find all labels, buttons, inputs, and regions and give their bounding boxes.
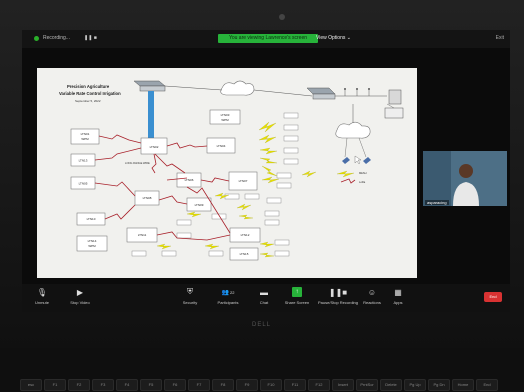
router-body xyxy=(312,93,336,100)
node-label: LTN07 xyxy=(239,179,248,183)
lora-label: LoRa xyxy=(359,180,366,184)
keyboard-key[interactable]: esc xyxy=(20,379,42,391)
participant-background xyxy=(423,151,451,206)
server-icon xyxy=(388,89,402,105)
laptop-icon xyxy=(384,107,404,119)
node-label: LTN08 xyxy=(143,196,152,200)
keyboard-key[interactable]: Pg Dn xyxy=(428,379,450,391)
node-label: LTN03 xyxy=(221,113,230,117)
recording-dot-icon xyxy=(34,35,39,41)
keyboard-key[interactable]: F2 xyxy=(68,379,90,391)
node-label: LTN04 xyxy=(217,144,226,148)
keyboard-key[interactable]: F12 xyxy=(308,379,330,391)
keyboard-key[interactable]: F4 xyxy=(116,379,138,391)
node-label: WPM xyxy=(81,137,89,141)
keyboard-key[interactable]: F3 xyxy=(92,379,114,391)
microphone-muted-icon: 🎙 xyxy=(36,287,48,297)
node-label: LTN12 xyxy=(241,233,250,237)
stop-video-button[interactable]: ▶ Stop Video xyxy=(60,287,100,306)
node-label: LTN09 xyxy=(195,203,204,207)
link-line xyxy=(253,89,313,97)
cloud-icon xyxy=(335,121,371,139)
node-label: LTN15 xyxy=(240,252,249,256)
backbone-link xyxy=(148,91,154,139)
router-icon xyxy=(133,80,166,87)
keyboard-key[interactable]: F1 xyxy=(44,379,66,391)
node-label: WPM xyxy=(88,244,96,248)
keyboard-key[interactable]: F7 xyxy=(188,379,210,391)
network-diagram: Precision Agriculture Variable Rate Cont… xyxy=(59,80,404,261)
keyboard-key[interactable]: Insert xyxy=(332,379,354,391)
shield-icon: ⛨ xyxy=(187,287,193,296)
mouse-cursor-icon xyxy=(354,155,362,165)
laptop-bezel: Recording... ❚❚ ■ You are viewing Lawren… xyxy=(0,0,524,392)
node-label: LTN02 xyxy=(150,145,159,149)
exit-fullscreen-button[interactable]: Exit xyxy=(496,35,504,41)
slide-title-line1: Precision Agriculture xyxy=(67,84,110,89)
router-icon xyxy=(306,87,336,95)
node-label: LTN06 xyxy=(185,178,194,182)
smiley-icon: ☺ xyxy=(367,287,377,297)
keyboard-key[interactable]: F9 xyxy=(236,379,258,391)
link-line xyxy=(164,85,223,91)
node-label: WPM xyxy=(221,118,229,122)
legend-wired-icon xyxy=(340,178,356,184)
pause-stop-icon: ❚❚■ xyxy=(328,287,348,297)
phone-icon xyxy=(363,157,371,164)
cloud-icon xyxy=(220,80,255,96)
long-range-label: LONG RANGE WIRE xyxy=(125,161,150,165)
participants-button[interactable]: 👥 22 Participants xyxy=(208,287,248,306)
keyboard-key[interactable]: F8 xyxy=(212,379,234,391)
keyboard-key[interactable]: F10 xyxy=(260,379,282,391)
view-options-button[interactable]: View Options ⌄ xyxy=(316,35,351,41)
node-label: LTN01 xyxy=(81,132,90,136)
recording-label: Recording... xyxy=(43,35,70,41)
slide-date: September 5, 2022 xyxy=(75,99,101,103)
laptop-screen: Recording... ❚❚ ■ You are viewing Lawren… xyxy=(22,30,510,312)
keyboard-key[interactable]: Home xyxy=(452,379,474,391)
node-label: LTN11 xyxy=(138,233,147,237)
router-body xyxy=(139,85,166,92)
participant-video[interactable]: asparacing xyxy=(423,151,507,206)
keyboard-key[interactable]: F5 xyxy=(140,379,162,391)
switch-ports xyxy=(344,88,370,96)
meeting-toolbar: 🎙 Unmute ▶ Stop Video ⛨ Security 👥 22 Par… xyxy=(22,284,510,312)
keyboard-key[interactable]: F6 xyxy=(164,379,186,391)
participant-avatar xyxy=(453,164,479,206)
apps-button[interactable]: ▦ Apps xyxy=(378,287,418,306)
slide-title-line2: Variable Rate Control Irrigation xyxy=(59,91,121,96)
mesh-label: MESH xyxy=(359,171,367,175)
participants-count: 22 xyxy=(230,289,235,295)
share-screen-button[interactable]: ↑ Share Screen xyxy=(277,287,317,305)
share-arrow-icon: ↑ xyxy=(292,287,302,297)
shared-slide: Precision Agriculture Variable Rate Cont… xyxy=(37,68,417,278)
meeting-top-bar: Recording... ❚❚ ■ You are viewing Lawren… xyxy=(22,30,510,48)
node-label: LTN14 xyxy=(88,239,97,243)
node-label: LTN05 xyxy=(79,182,88,186)
pause-stop-icon[interactable]: ❚❚ ■ xyxy=(84,35,97,41)
phone-icon xyxy=(342,157,350,164)
apps-grid-icon: ▦ xyxy=(394,287,402,297)
keyboard-key[interactable]: PrntScr xyxy=(356,379,378,391)
node-label: LTN10 xyxy=(87,217,96,221)
keyboard-key[interactable]: F11 xyxy=(284,379,306,391)
share-banner: You are viewing Lawrence's screen xyxy=(218,34,318,43)
end-meeting-button[interactable]: End xyxy=(484,292,502,302)
unmute-button[interactable]: 🎙 Unmute xyxy=(22,287,62,306)
keyboard-key[interactable]: Delete xyxy=(380,379,402,391)
participant-name: asparacing xyxy=(425,200,449,205)
keyboard-key[interactable]: End xyxy=(476,379,498,391)
webcam xyxy=(279,14,285,20)
node-label: LTN13 xyxy=(79,159,88,163)
recording-indicator[interactable]: Recording... xyxy=(34,35,70,41)
laptop-brand-logo: DELL xyxy=(252,322,272,328)
video-camera-icon: ▶ xyxy=(76,287,84,297)
people-icon: 👥 22 xyxy=(221,289,235,296)
chat-bubble-icon: ▬ xyxy=(260,287,268,297)
keyboard-key[interactable]: Pg Up xyxy=(404,379,426,391)
security-button[interactable]: ⛨ Security xyxy=(170,287,210,305)
